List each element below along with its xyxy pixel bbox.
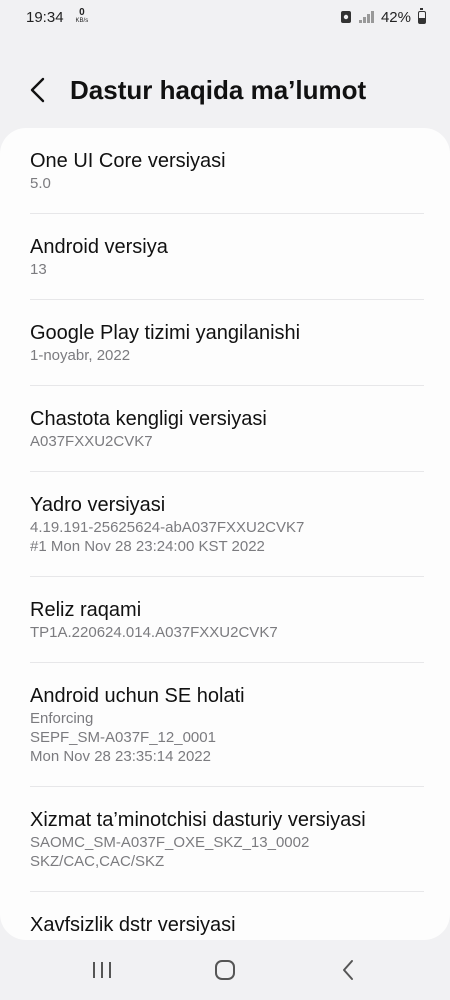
recents-button[interactable] xyxy=(72,945,132,995)
status-left: 19:34 0 KB/s xyxy=(26,7,89,26)
item-title: Google Play tizimi yangilanishi xyxy=(30,322,301,344)
signal-strength-icon xyxy=(359,11,374,23)
list-item[interactable]: One UI Core versiyasi 5.0 xyxy=(0,128,450,214)
list-item[interactable]: Chastota kengligi versiyasi A037FXXU2CVK… xyxy=(0,386,450,472)
battery-icon xyxy=(418,7,426,24)
clock: 19:34 xyxy=(26,8,64,26)
item-title: Android uchun SE holati xyxy=(30,685,245,707)
list-item[interactable]: Xizmat ta’minotchisi dasturiy versiyasi … xyxy=(0,787,450,892)
item-title: Reliz raqami xyxy=(30,599,142,621)
home-button[interactable] xyxy=(195,945,255,995)
battery-fill xyxy=(419,17,425,23)
item-value: 13 xyxy=(30,261,47,278)
net-speed-value: 0 xyxy=(79,7,85,18)
item-value: SAOMC_SM-A037F_OXE_SKZ_13_0002 SKZ/CAC,C… xyxy=(30,834,310,870)
item-title: Chastota kengligi versiyasi xyxy=(30,408,267,430)
chevron-left-icon xyxy=(30,77,45,103)
item-title: Android versiya xyxy=(30,236,168,258)
nav-back-button[interactable] xyxy=(318,945,378,995)
status-bar: 19:34 0 KB/s 42% xyxy=(0,0,450,34)
net-speed-unit: KB/s xyxy=(75,18,89,24)
list-item[interactable]: Xavfsizlik dstr versiyasi xyxy=(0,892,450,940)
home-icon xyxy=(214,960,235,980)
recents-icon xyxy=(92,962,111,978)
item-value: 4.19.191-25625624-abA037FXXU2CVK7 #1 Mon… xyxy=(30,519,305,555)
item-value: Enforcing SEPF_SM-A037F_12_0001 Mon Nov … xyxy=(30,710,216,765)
navigation-bar xyxy=(0,940,450,1000)
network-speed-indicator: 0 KB/s xyxy=(75,7,89,25)
back-button[interactable] xyxy=(8,62,68,118)
status-right: 42% xyxy=(340,7,426,26)
page-title: Dastur haqida ma’lumot xyxy=(70,74,367,105)
list-item[interactable]: Google Play tizimi yangilanishi 1-noyabr… xyxy=(0,300,450,386)
item-title: Yadro versiyasi xyxy=(30,494,166,516)
item-value: TP1A.220624.014.A037FXXU2CVK7 xyxy=(30,624,278,641)
battery-percent: 42% xyxy=(380,8,411,26)
back-icon xyxy=(343,960,354,980)
list-item[interactable]: Android versiya 13 xyxy=(0,214,450,300)
info-list-card: One UI Core versiyasi 5.0 Android versiy… xyxy=(0,128,450,940)
list-item[interactable]: Reliz raqami TP1A.220624.014.A037FXXU2CV… xyxy=(0,577,450,663)
list-item[interactable]: Android uchun SE holati Enforcing SEPF_S… xyxy=(0,663,450,787)
vpn-key-icon xyxy=(341,11,352,23)
item-value: 5.0 xyxy=(30,175,51,192)
app-header: Dastur haqida ma’lumot xyxy=(0,62,450,118)
list-item[interactable]: Yadro versiyasi 4.19.191-25625624-abA037… xyxy=(0,472,450,577)
item-title: Xavfsizlik dstr versiyasi xyxy=(30,914,236,936)
item-title: Xizmat ta’minotchisi dasturiy versiyasi xyxy=(30,809,366,831)
item-value: A037FXXU2CVK7 xyxy=(30,433,153,450)
item-title: One UI Core versiyasi xyxy=(30,150,226,172)
item-value: 1-noyabr, 2022 xyxy=(30,347,131,364)
